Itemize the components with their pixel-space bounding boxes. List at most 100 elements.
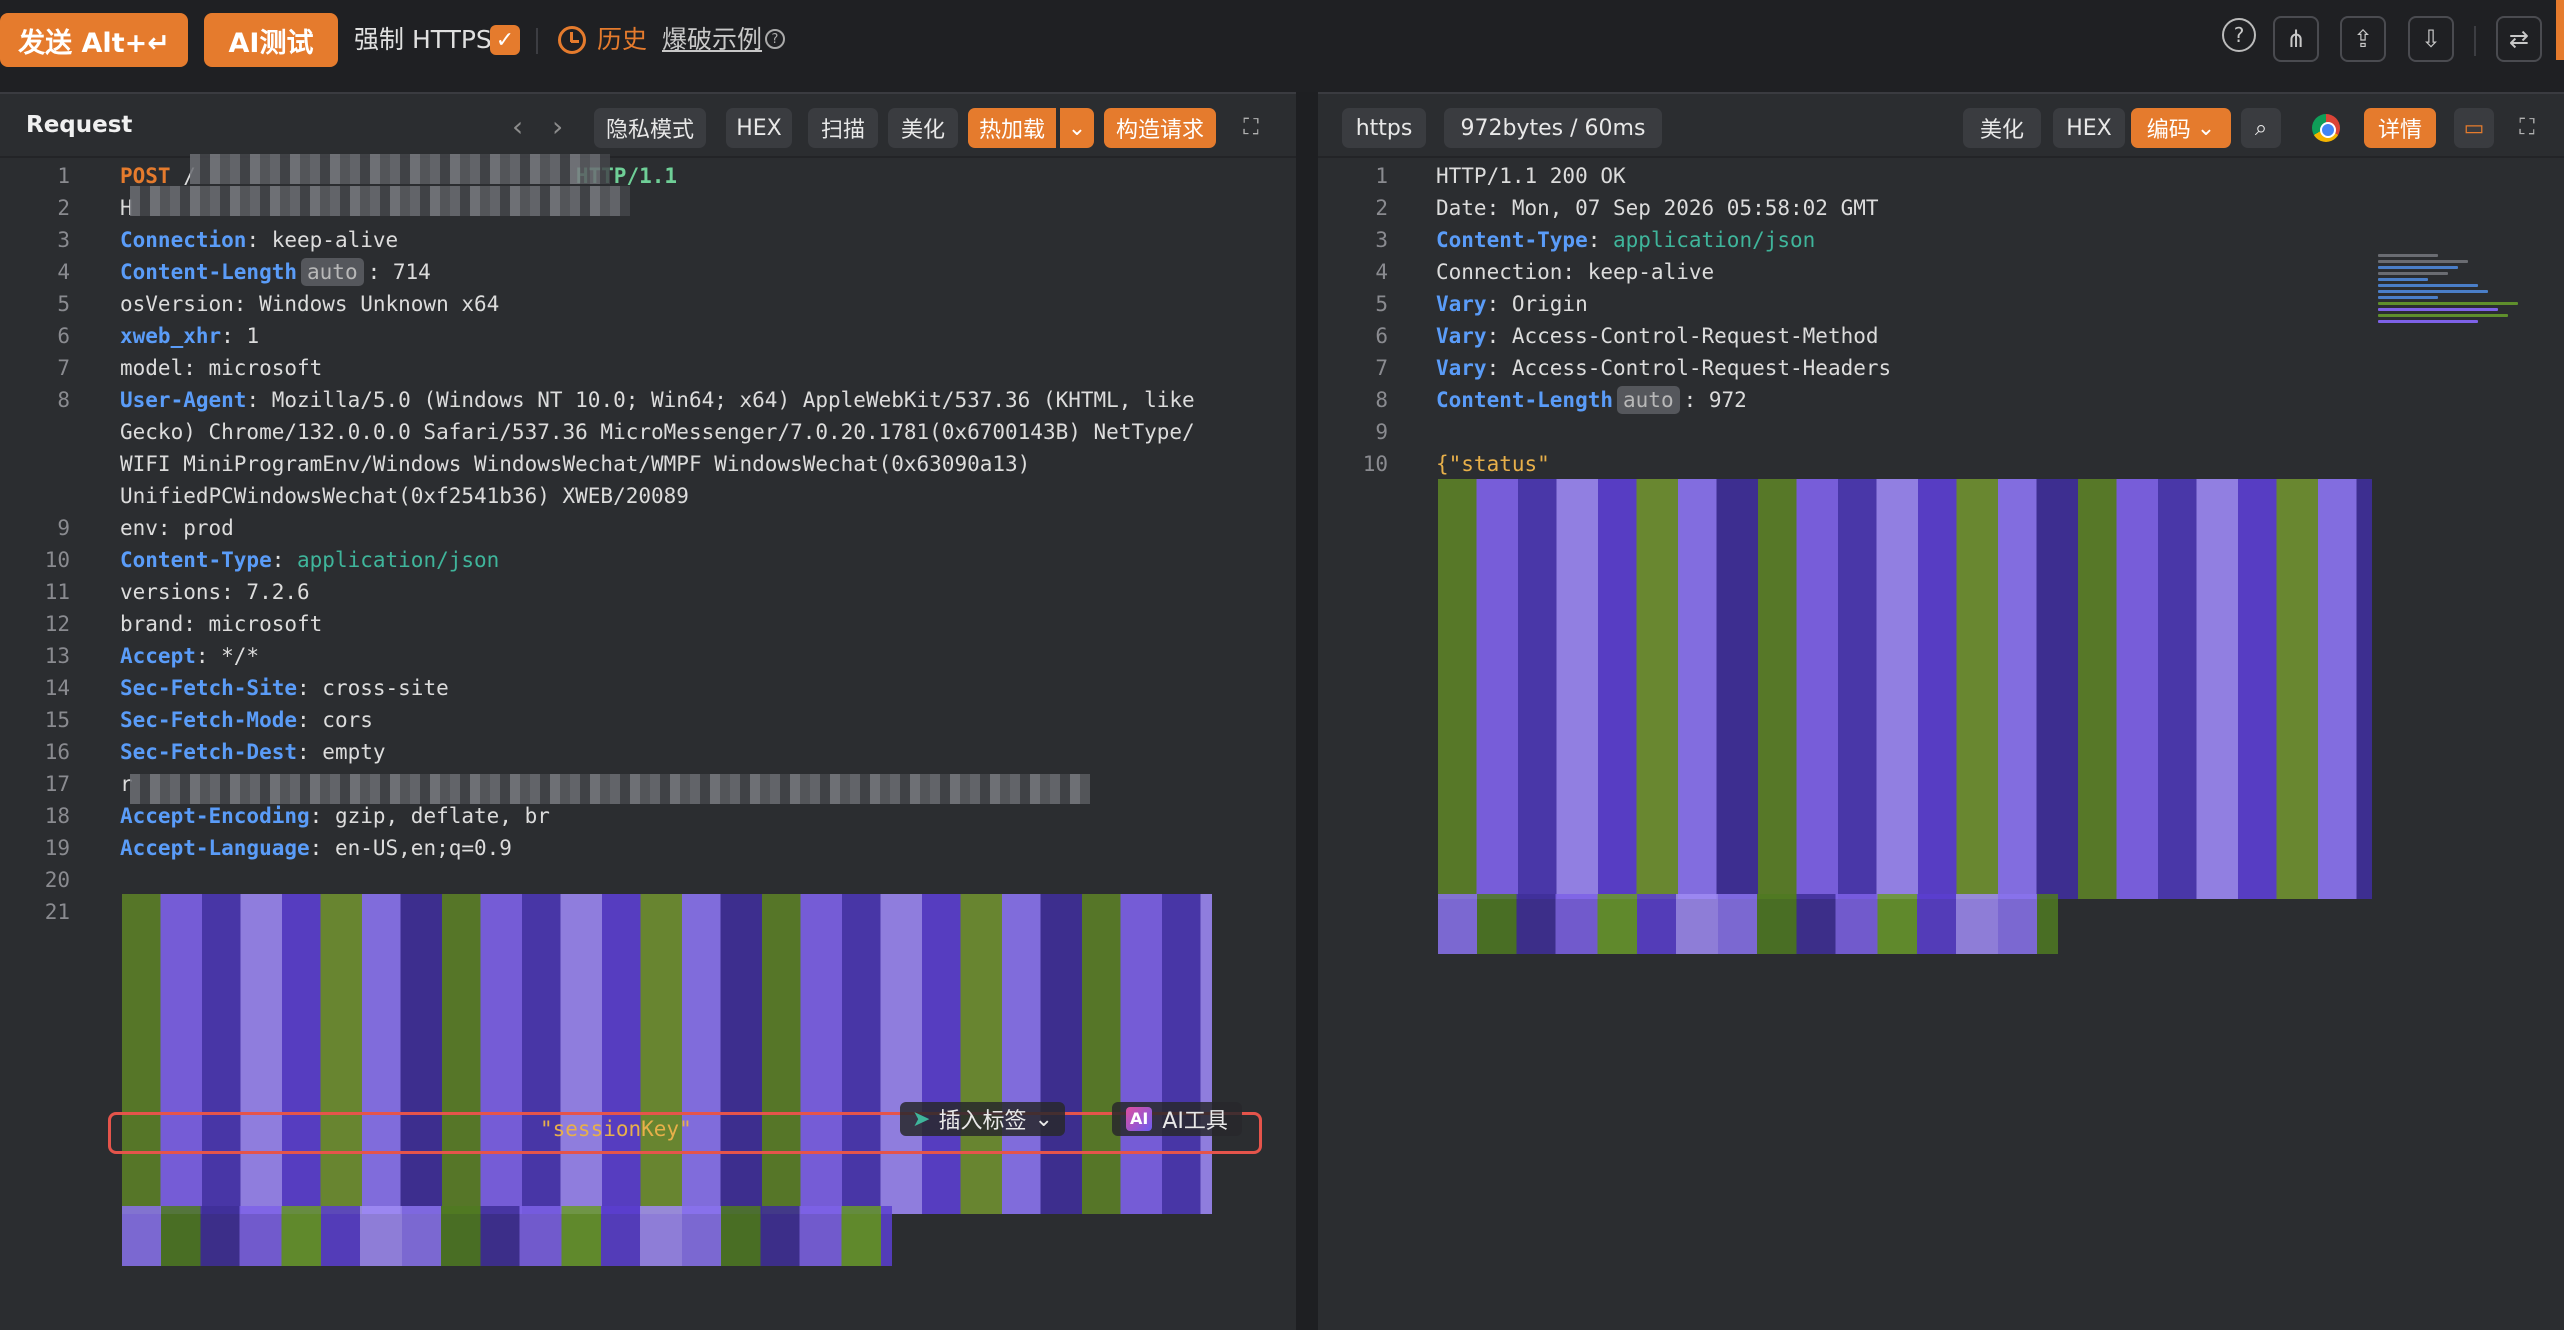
code-line[interactable]: 10 Content-Type: application/json — [0, 544, 1296, 576]
toolbar-divider — [2474, 26, 2476, 56]
code-line[interactable]: WIFI MiniProgramEnv/Windows WindowsWecha… — [0, 448, 1296, 480]
examples-help-icon[interactable]: ? — [765, 29, 785, 49]
toolbar-divider — [536, 28, 538, 54]
code-line[interactable]: 7 model: microsoft — [0, 352, 1296, 384]
code-line[interactable]: 9 env: prod — [0, 512, 1296, 544]
code-line[interactable]: 10 {"status" — [1318, 448, 2564, 480]
line-text: Content-Length auto: 714 — [120, 256, 431, 288]
export-icon[interactable]: ⇪ — [2340, 16, 2386, 62]
mime-type: application/json — [1613, 228, 1816, 252]
header-key: Vary — [1436, 324, 1487, 348]
line-text: Connection: keep-alive — [1436, 256, 1714, 288]
code-line[interactable]: 6 xweb_xhr: 1 — [0, 320, 1296, 352]
line-text: model: microsoft — [120, 352, 322, 384]
ai-tool-button[interactable]: AI AI工具 — [1112, 1102, 1242, 1136]
line-text: {"status" — [1436, 448, 1550, 480]
share-icon[interactable]: ⋔ — [2273, 16, 2319, 62]
previous-icon[interactable]: ‹ — [512, 110, 523, 143]
line-number: 9 — [57, 516, 70, 540]
hotload-button[interactable]: 热加载 — [968, 108, 1056, 148]
details-button[interactable]: 详情 — [2364, 108, 2436, 148]
code-line[interactable]: 20 — [0, 864, 1296, 896]
line-number: 2 — [1375, 196, 1388, 220]
history-button[interactable]: 历史 — [597, 22, 647, 58]
redacted-body — [1438, 479, 2372, 899]
request-hex-button[interactable]: HEX — [726, 108, 792, 148]
code-line[interactable]: 2 Date: Mon, 07 Sep 2026 05:58:02 GMT — [1318, 192, 2564, 224]
brute-force-examples-link[interactable]: 爆破示例 — [662, 22, 762, 58]
code-line[interactable]: 4 Content-Length auto: 714 — [0, 256, 1296, 288]
request-editor[interactable]: 1 POST / HTTP/1.1 2 H 3 Connection: keep-alive… — [0, 160, 1296, 928]
chevron-down-icon: ⌄ — [1034, 1106, 1053, 1132]
ai-icon: AI — [1126, 1107, 1153, 1131]
code-line[interactable]: 18 Accept-Encoding: gzip, deflate, br — [0, 800, 1296, 832]
search-icon[interactable]: ⌕ — [2241, 108, 2281, 148]
help-icon[interactable]: ? — [2222, 18, 2256, 52]
response-pane: https 972bytes / 60ms 美化 HEX 编码 ⌄ ⌕ 详情 ▭… — [1318, 92, 2564, 1330]
request-beautify-button[interactable]: 美化 — [888, 108, 958, 148]
header-key: Sec-Fetch-Mode — [120, 708, 298, 732]
chrome-browser-icon[interactable] — [2312, 114, 2340, 142]
code-line[interactable]: 8 User-Agent: Mozilla/5.0 (Windows NT 10.… — [0, 384, 1296, 416]
send-button[interactable]: 发送 Alt+↵ — [0, 13, 188, 67]
response-hex-button[interactable]: HEX — [2053, 108, 2125, 148]
line-number: 7 — [1375, 356, 1388, 380]
line-number: 8 — [1375, 388, 1388, 412]
redacted-region — [130, 774, 1090, 804]
insert-tag-button[interactable]: ➤ 插入标签 ⌄ — [900, 1102, 1065, 1136]
code-line[interactable]: 9 — [1318, 416, 2564, 448]
line-number: 19 — [44, 836, 70, 860]
build-request-button[interactable]: 构造请求 — [1104, 108, 1216, 148]
hotload-dropdown-chevron-icon[interactable]: ⌄ — [1060, 108, 1094, 148]
force-https-checkbox[interactable]: ✓ — [490, 25, 520, 55]
code-line[interactable]: 3 Content-Type: application/json — [1318, 224, 2564, 256]
code-line[interactable]: Gecko) Chrome/132.0.0.0 Safari/537.36 Mi… — [0, 416, 1296, 448]
history-clock-icon[interactable] — [558, 26, 586, 54]
code-line[interactable]: 12 brand: microsoft — [0, 608, 1296, 640]
response-beautify-button[interactable]: 美化 — [1963, 108, 2041, 148]
privacy-mode-button[interactable]: 隐私模式 — [594, 108, 706, 148]
plain-text: Gecko) Chrome/132.0.0.0 Safari/537.36 Mi… — [120, 420, 1195, 444]
line-text: Sec-Fetch-Dest: empty — [120, 736, 386, 768]
comment-icon[interactable]: ▭ — [2454, 108, 2494, 148]
code-line[interactable]: UnifiedPCWindowsWechat(0xf2541b36) XWEB/… — [0, 480, 1296, 512]
header-key: Content-Length — [120, 260, 298, 284]
header-value: : 972 — [1683, 388, 1747, 412]
edge-accent — [2556, 0, 2564, 60]
ai-test-button[interactable]: AI测试 — [204, 13, 338, 67]
header-value: : Origin — [1486, 292, 1588, 316]
line-number: 16 — [44, 740, 70, 764]
code-line[interactable]: 19 Accept-Language: en-US,en;q=0.9 — [0, 832, 1296, 864]
line-text: env: prod — [120, 512, 234, 544]
import-icon[interactable]: ⇩ — [2408, 16, 2454, 62]
code-line[interactable]: 5 osVersion: Windows Unknown x64 — [0, 288, 1296, 320]
line-text: Vary: Access-Control-Request-Method — [1436, 320, 1879, 352]
line-number: 11 — [44, 580, 70, 604]
pane-divider[interactable] — [1296, 92, 1318, 1330]
code-line[interactable]: 13 Accept: */* — [0, 640, 1296, 672]
code-line[interactable]: 14 Sec-Fetch-Site: cross-site — [0, 672, 1296, 704]
code-line[interactable]: 16 Sec-Fetch-Dest: empty — [0, 736, 1296, 768]
code-line[interactable]: 11 versions: 7.2.6 — [0, 576, 1296, 608]
next-icon[interactable]: › — [552, 110, 563, 143]
minimap[interactable] — [2378, 254, 2528, 414]
line-text: Date: Mon, 07 Sep 2026 05:58:02 GMT — [1436, 192, 1879, 224]
plain-text: model: microsoft — [120, 356, 323, 380]
line-text: xweb_xhr: 1 — [120, 320, 259, 352]
header-value: : keep-alive — [246, 228, 399, 252]
encoding-dropdown[interactable]: 编码 ⌄ — [2131, 108, 2231, 148]
line-number: 10 — [1362, 452, 1388, 476]
scan-button[interactable]: 扫描 — [808, 108, 878, 148]
code-line[interactable]: 3 Connection: keep-alive — [0, 224, 1296, 256]
swap-layout-icon[interactable]: ⇄ — [2496, 16, 2542, 62]
line-text: Vary: Access-Control-Request-Headers — [1436, 352, 1891, 384]
code-line[interactable]: 1 HTTP/1.1 200 OK — [1318, 160, 2564, 192]
fullscreen-icon[interactable]: ⛶ — [1236, 112, 1266, 142]
line-text: Accept: */* — [120, 640, 259, 672]
line-number: 14 — [44, 676, 70, 700]
fullscreen-icon[interactable]: ⛶ — [2512, 112, 2542, 142]
json-key: {"status" — [1436, 452, 1550, 476]
code-line[interactable]: 15 Sec-Fetch-Mode: cors — [0, 704, 1296, 736]
selected-json-fragment[interactable]: "sessionKey" — [540, 1117, 692, 1141]
header-key: Content-Type — [1436, 228, 1588, 252]
